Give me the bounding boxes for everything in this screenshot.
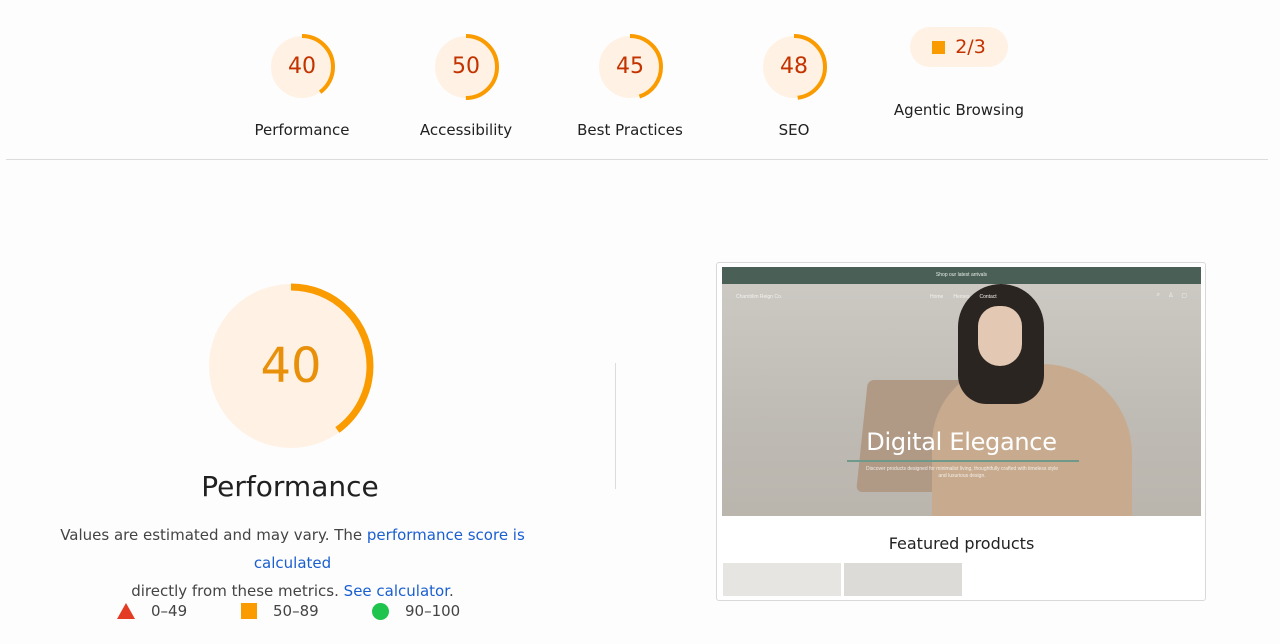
page-screenshot-preview[interactable]: Shop our latest arrivals Chamblim Reign … — [716, 262, 1206, 601]
score-best-practices[interactable]: 45 Best Practices — [550, 33, 710, 139]
legend-range: 50–89 — [273, 602, 319, 620]
gauge-best-practices: 45 — [596, 33, 664, 101]
legend-range: 90–100 — [405, 602, 461, 620]
see-calculator-link[interactable]: See calculator — [344, 582, 449, 600]
hero-banner: Chamblim Reign Co. Home Heroes Contact ⌕… — [722, 284, 1201, 516]
category-scores: 40 Performance 50 Accessibility 45 Best … — [0, 0, 1280, 160]
hero-subtext: Discover products designed for minimalis… — [865, 466, 1059, 479]
performance-score-large: 40 — [260, 338, 322, 394]
gauge-seo: 48 — [760, 33, 828, 101]
fail-triangle-icon — [117, 603, 135, 619]
score-value: 50 — [452, 54, 480, 79]
nav-item: Contact — [979, 294, 997, 300]
score-value: 48 — [780, 54, 808, 79]
headline-underline — [847, 460, 1079, 462]
announcement-bar: Shop our latest arrivals — [722, 267, 1201, 284]
agentic-fraction: 2/3 — [955, 36, 986, 58]
pass-circle-icon — [372, 602, 389, 620]
site-brand: Chamblim Reign Co. — [736, 294, 783, 300]
score-label: SEO — [778, 121, 810, 139]
featured-products-title: Featured products — [888, 534, 1035, 553]
model-face — [978, 306, 1022, 366]
cart-icon: ▢ — [1181, 293, 1187, 299]
site-header-icons: ⌕ ♙ ▢ — [1157, 292, 1187, 299]
nav-item: Home — [930, 294, 944, 300]
legend-pass: 90–100 — [372, 600, 460, 622]
score-label: Best Practices — [577, 121, 683, 139]
score-value: 45 — [616, 54, 644, 79]
average-square-icon — [932, 40, 946, 54]
hero-headline: Digital Elegance — [866, 428, 1057, 456]
header-divider — [6, 159, 1268, 160]
performance-title: Performance — [201, 470, 379, 503]
performance-gauge-section: 40 — [140, 280, 440, 452]
score-performance[interactable]: 40 Performance — [222, 33, 382, 139]
product-thumbnail — [723, 563, 841, 596]
product-thumbnail — [844, 563, 962, 596]
score-seo[interactable]: 48 SEO — [714, 33, 874, 139]
score-label: Accessibility — [419, 121, 513, 139]
legend-fail: 0–49 — [117, 600, 187, 622]
legend-range: 0–49 — [151, 602, 188, 620]
score-label: Agentic Browsing — [893, 101, 1025, 119]
score-value: 40 — [288, 54, 316, 79]
performance-gauge-large: 40 — [207, 280, 375, 452]
search-icon: ⌕ — [1156, 292, 1160, 298]
account-icon: ♙ — [1167, 293, 1174, 299]
gauge-accessibility: 50 — [432, 33, 500, 101]
gauge-performance: 40 — [268, 33, 336, 101]
score-agentic-browsing[interactable]: 2/3 Agentic Browsing — [879, 13, 1039, 119]
score-accessibility[interactable]: 50 Accessibility — [386, 33, 546, 139]
score-label: Performance — [254, 121, 350, 139]
legend-average: 50–89 — [241, 600, 319, 622]
agentic-badge: 2/3 — [910, 27, 1008, 67]
nav-item: Heroes — [953, 294, 970, 300]
site-nav: Home Heroes Contact — [930, 294, 997, 300]
average-square-icon — [241, 603, 257, 619]
vertical-divider — [615, 363, 616, 489]
performance-description: Values are estimated and may vary. The p… — [60, 526, 525, 600]
